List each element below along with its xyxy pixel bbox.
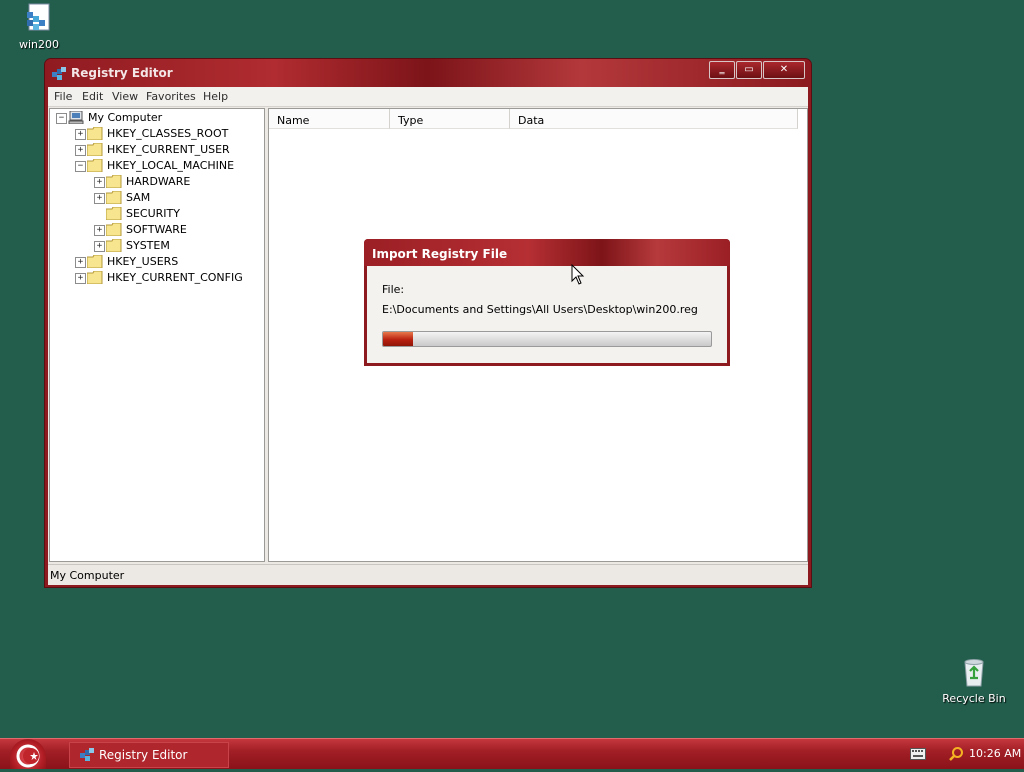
column-header-type[interactable]: Type bbox=[390, 109, 510, 129]
column-header-label: Name bbox=[277, 114, 310, 127]
menu-edit[interactable]: Edit bbox=[82, 90, 103, 103]
expand-toggle-icon[interactable]: + bbox=[75, 257, 86, 268]
expand-toggle-icon[interactable]: + bbox=[94, 193, 105, 204]
desktop-icon-recycle-bin[interactable]: Recycle Bin bbox=[937, 656, 1011, 705]
expand-toggle-icon[interactable]: + bbox=[75, 273, 86, 284]
minimize-icon: ‗ bbox=[719, 64, 725, 75]
column-header-data[interactable]: Data bbox=[510, 109, 798, 129]
window-title: Registry Editor bbox=[71, 66, 173, 80]
registry-editor-icon bbox=[80, 748, 94, 761]
tree-item-label: SOFTWARE bbox=[126, 223, 187, 236]
expand-toggle-icon[interactable]: + bbox=[94, 241, 105, 252]
window-titlebar[interactable]: Registry Editor ‗ ▭ ✕ bbox=[45, 59, 811, 87]
import-progress-bar bbox=[382, 331, 712, 347]
registry-editor-icon bbox=[52, 67, 66, 80]
tree-item-label: SAM bbox=[126, 191, 151, 204]
taskbar: Registry Editor 10:26 AM bbox=[0, 738, 1024, 769]
folder-icon bbox=[106, 207, 122, 220]
maximize-button[interactable]: ▭ bbox=[736, 61, 762, 79]
start-logo-icon bbox=[16, 744, 40, 768]
menu-favorites[interactable]: Favorites bbox=[146, 90, 196, 103]
desktop-icon-label: Recycle Bin bbox=[942, 692, 1006, 705]
file-path: E:\Documents and Settings\All Users\Desk… bbox=[382, 303, 698, 316]
folder-icon bbox=[106, 191, 122, 204]
keyboard-icon[interactable] bbox=[910, 748, 926, 760]
menu-view[interactable]: View bbox=[112, 90, 138, 103]
folder-icon bbox=[106, 239, 122, 252]
desktop-icon-label: win200 bbox=[18, 38, 60, 51]
tree-item-label: HKEY_USERS bbox=[107, 255, 179, 268]
column-header-label: Type bbox=[398, 114, 424, 127]
close-button[interactable]: ✕ bbox=[763, 61, 805, 79]
file-label: File: bbox=[382, 283, 405, 296]
tree-item-label: HARDWARE bbox=[126, 175, 191, 188]
desktop-icon-win200[interactable]: win200 bbox=[2, 2, 76, 51]
search-icon[interactable] bbox=[948, 746, 964, 762]
key-tree-pane[interactable]: − My Computer + HKEY_CLASSES_ROOT + HKEY… bbox=[49, 108, 265, 562]
status-bar: My Computer bbox=[48, 564, 808, 585]
taskbar-item-registry-editor[interactable]: Registry Editor bbox=[69, 742, 229, 768]
status-text: My Computer bbox=[50, 569, 125, 582]
menu-help[interactable]: Help bbox=[203, 90, 228, 103]
import-registry-dialog: Import Registry File File: E:\Documents … bbox=[364, 239, 730, 366]
taskbar-item-label: Registry Editor bbox=[99, 748, 188, 762]
menu-file[interactable]: File bbox=[54, 90, 72, 103]
folder-icon bbox=[87, 255, 103, 268]
menu-bar: File Edit View Favorites Help bbox=[48, 87, 808, 107]
expand-toggle-icon[interactable]: + bbox=[75, 129, 86, 140]
dialog-body: File: E:\Documents and Settings\All User… bbox=[367, 266, 727, 363]
expand-toggle-icon[interactable]: + bbox=[75, 145, 86, 156]
folder-icon bbox=[87, 127, 103, 140]
registry-file-icon bbox=[23, 2, 55, 34]
clock[interactable]: 10:26 AM bbox=[969, 747, 1021, 760]
column-header-label: Data bbox=[518, 114, 545, 127]
progress-fill bbox=[383, 332, 413, 346]
minimize-button[interactable]: ‗ bbox=[709, 61, 735, 79]
computer-icon bbox=[68, 111, 84, 124]
tree-item-label: SYSTEM bbox=[126, 239, 170, 252]
collapse-toggle-icon[interactable]: − bbox=[75, 161, 86, 172]
start-button[interactable] bbox=[10, 739, 46, 769]
tree-item-label: SECURITY bbox=[126, 207, 180, 220]
collapse-toggle-icon[interactable]: − bbox=[56, 113, 67, 124]
tree-item-label: HKEY_CURRENT_USER bbox=[107, 143, 230, 156]
folder-icon bbox=[87, 143, 103, 156]
dialog-titlebar[interactable]: Import Registry File bbox=[364, 239, 730, 266]
tree-item-label: HKEY_CURRENT_CONFIG bbox=[107, 271, 243, 284]
recycle-bin-icon bbox=[958, 656, 990, 688]
maximize-icon: ▭ bbox=[744, 64, 754, 75]
folder-icon bbox=[106, 175, 122, 188]
column-header-name[interactable]: Name bbox=[269, 109, 390, 129]
tree-item-label: HKEY_LOCAL_MACHINE bbox=[107, 159, 235, 172]
tree-item-label: My Computer bbox=[88, 111, 163, 124]
folder-icon bbox=[87, 271, 103, 284]
folder-open-icon bbox=[87, 159, 103, 172]
mouse-cursor-icon bbox=[571, 264, 585, 285]
dialog-title: Import Registry File bbox=[372, 247, 508, 261]
expand-toggle-icon[interactable]: + bbox=[94, 177, 105, 188]
expand-toggle-icon[interactable]: + bbox=[94, 225, 105, 236]
close-icon: ✕ bbox=[779, 64, 789, 75]
folder-icon bbox=[106, 223, 122, 236]
tree-item-label: HKEY_CLASSES_ROOT bbox=[107, 127, 229, 140]
